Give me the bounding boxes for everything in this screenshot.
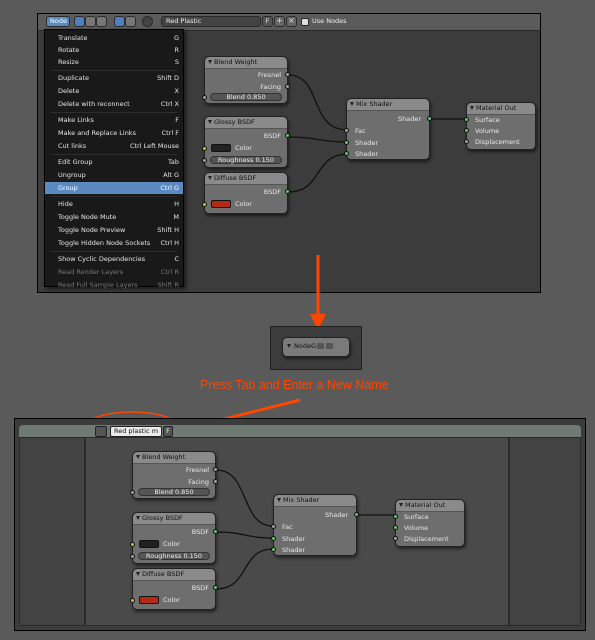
facing-socket[interactable] — [213, 479, 218, 484]
color-label: Color — [163, 596, 180, 604]
blend-field[interactable]: Blend 0.850 — [138, 488, 210, 496]
color-swatch[interactable] — [139, 540, 159, 548]
volume-label: Volume — [404, 524, 429, 532]
bsdf-label: BSDF — [191, 528, 209, 536]
color-socket[interactable] — [130, 542, 135, 547]
fresnel-socket[interactable] — [213, 467, 218, 472]
shader-input-label: Shader — [282, 535, 306, 543]
collapse-arrow-icon[interactable] — [136, 516, 140, 520]
bsdf-output-socket[interactable] — [213, 585, 218, 590]
color-swatch[interactable] — [139, 596, 159, 604]
node-title: Blend Weight — [142, 453, 186, 461]
shader-output-socket[interactable] — [354, 512, 359, 517]
node-editor-bottom: Red plastic m F Blend Weight Fresnel Fac… — [14, 418, 586, 631]
fresnel-label: Fresnel — [185, 466, 209, 474]
collapsed-group-panel: NodeG — [270, 326, 362, 370]
collapse-arrow-icon[interactable] — [399, 503, 403, 507]
volume-socket[interactable] — [393, 525, 398, 530]
glossy-bsdf-node[interactable]: Glossy BSDF BSDF Color Roughness 0.150 — [130, 512, 218, 564]
fac-socket[interactable] — [271, 524, 276, 529]
collapse-arrow-icon[interactable] — [136, 455, 140, 459]
shader-input-socket[interactable] — [271, 536, 276, 541]
facing-label: Facing — [188, 478, 209, 486]
roughness-field[interactable]: Roughness 0.150 — [138, 552, 210, 560]
color-label: Color — [163, 540, 180, 548]
group-node-title: NodeG — [294, 342, 317, 350]
bsdf-output-socket[interactable] — [213, 529, 218, 534]
node-title: Diffuse BSDF — [142, 570, 185, 578]
annotation-text: Press Tab and Enter a New Name — [200, 378, 389, 392]
color-socket[interactable] — [130, 598, 135, 603]
fac-label: Fac — [282, 523, 293, 531]
blend-socket[interactable] — [130, 490, 135, 495]
node-title: Glossy BSDF — [142, 514, 183, 522]
mix-shader-node[interactable]: Mix Shader Shader Fac Shader Shader — [271, 494, 359, 556]
collapse-arrow-icon[interactable] — [287, 344, 291, 348]
material-output-node[interactable]: Material Out Surface Volume Displacement — [393, 499, 465, 547]
collapse-arrow-icon[interactable] — [277, 498, 281, 502]
node-title: Material Out — [405, 501, 446, 509]
displacement-label: Displacement — [404, 535, 449, 543]
bsdf-label: BSDF — [191, 584, 209, 592]
blend-weight-node[interactable]: Blend Weight Fresnel Facing Blend 0.850 — [130, 451, 218, 499]
node-group-collapsed[interactable]: NodeG — [282, 337, 350, 357]
shader-output-label: Shader — [324, 511, 348, 519]
collapse-arrow-icon[interactable] — [136, 572, 140, 576]
group-edit-icon[interactable] — [317, 343, 324, 349]
group-options-icon[interactable] — [326, 343, 333, 349]
diffuse-bsdf-node[interactable]: Diffuse BSDF BSDF Color — [130, 568, 218, 610]
surface-label: Surface — [404, 513, 429, 521]
displacement-socket[interactable] — [393, 536, 398, 541]
shader-input-socket[interactable] — [271, 547, 276, 552]
node-title: Mix Shader — [283, 496, 320, 504]
roughness-socket[interactable] — [130, 554, 135, 559]
shader-input-label: Shader — [282, 546, 306, 554]
surface-socket[interactable] — [393, 514, 398, 519]
